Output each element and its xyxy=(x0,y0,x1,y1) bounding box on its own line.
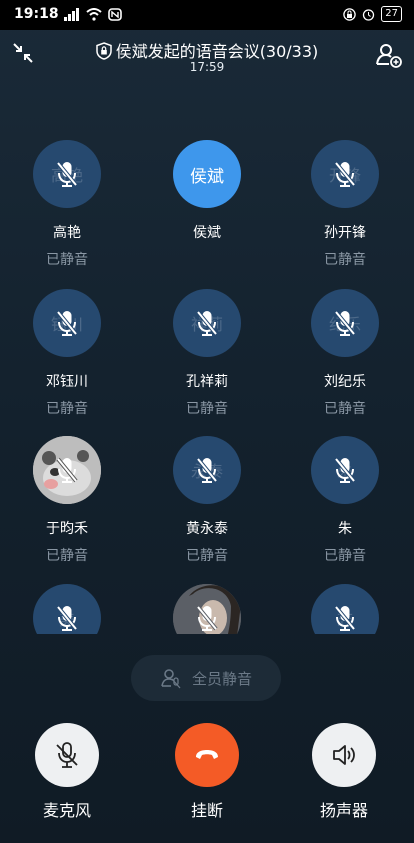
microphone-control[interactable]: 麦克风 xyxy=(27,723,107,821)
participant-tile[interactable]: 美 xyxy=(7,584,127,634)
participant-tile[interactable] xyxy=(147,584,267,634)
participant-name: 于昀禾 xyxy=(46,521,88,537)
avatar: 美 xyxy=(33,584,101,634)
avatar: 开锋 xyxy=(311,140,379,208)
participant-tile[interactable]: 祥莉 孔祥莉 已静音 xyxy=(147,289,267,418)
participant-grid: 高艳 高艳 已静音 侯斌 侯斌 开锋 孙开锋 已静音 钰川 邓钰川 已静音 祥莉 xyxy=(0,138,414,634)
avatar: 朱 xyxy=(311,436,379,504)
participant-name: 孙开锋 xyxy=(324,225,366,241)
avatar: 志 xyxy=(311,584,379,634)
nfc-icon xyxy=(108,8,122,21)
mute-all-icon xyxy=(161,669,181,689)
participant-status: 已静音 xyxy=(186,548,228,564)
add-participant-button[interactable] xyxy=(374,40,404,70)
avatar: 高艳 xyxy=(33,140,101,208)
lock-status-icon xyxy=(343,7,357,21)
participant-name: 刘纪乐 xyxy=(324,374,366,390)
participant-name: 孔祥莉 xyxy=(186,374,228,390)
shield-lock-icon xyxy=(95,42,112,60)
avatar: 祥莉 xyxy=(173,289,241,357)
microphone-label: 麦克风 xyxy=(42,801,91,820)
participant-tile[interactable]: 侯斌 侯斌 xyxy=(147,140,267,249)
status-time: 19:18 xyxy=(14,6,59,22)
avatar-speaking: 侯斌 xyxy=(173,140,241,208)
participant-name: 侯斌 xyxy=(193,225,221,241)
participant-name: 黄永泰 xyxy=(186,521,228,537)
mic-muted-icon xyxy=(334,605,356,631)
participant-status: 已静音 xyxy=(324,548,366,564)
wifi-icon xyxy=(86,8,102,21)
mic-muted-icon xyxy=(196,605,218,631)
mic-muted-icon xyxy=(56,310,78,336)
mic-muted-icon xyxy=(56,161,78,187)
participant-status: 已静音 xyxy=(46,401,88,417)
participant-tile[interactable]: 永泰 黄永泰 已静音 xyxy=(147,436,267,565)
alarm-icon xyxy=(363,8,375,21)
participant-status: 已静音 xyxy=(186,401,228,417)
participant-status: 已静音 xyxy=(46,548,88,564)
mic-muted-icon xyxy=(196,310,218,336)
avatar: 钰川 xyxy=(33,289,101,357)
speaker-label: 扬声器 xyxy=(319,801,368,820)
participant-tile[interactable]: 钰川 邓钰川 已静音 xyxy=(7,289,127,418)
microphone-button[interactable] xyxy=(35,723,99,787)
mute-all-label: 全员静音 xyxy=(191,669,252,688)
phone-hangup-icon xyxy=(196,750,218,759)
hangup-button[interactable] xyxy=(175,723,239,787)
speaker-control[interactable]: 扬声器 xyxy=(304,723,384,821)
signal-icon xyxy=(64,8,79,21)
meeting-title: 侯斌发起的语音会议(30/33) xyxy=(0,38,414,62)
mic-off-icon xyxy=(56,742,78,768)
mic-muted-icon xyxy=(334,457,356,483)
participant-status: 已静音 xyxy=(324,252,366,268)
mic-muted-icon xyxy=(334,310,356,336)
participant-status: 已静音 xyxy=(324,401,366,417)
meeting-title-text: 侯斌发起的语音会议(30/33) xyxy=(115,42,319,61)
participant-tile[interactable]: 朱 朱 已静音 xyxy=(285,436,405,565)
speaker-icon xyxy=(333,745,355,765)
battery-indicator: 27 xyxy=(381,6,402,22)
hangup-control[interactable]: 挂断 xyxy=(167,723,247,821)
hangup-label: 挂断 xyxy=(190,801,223,820)
participant-status: 已静音 xyxy=(46,252,88,268)
participant-name: 高艳 xyxy=(53,225,81,241)
participant-tile[interactable]: 纪乐 刘纪乐 已静音 xyxy=(285,289,405,418)
mic-muted-icon xyxy=(56,605,78,631)
participant-tile[interactable]: 于昀禾 已静音 xyxy=(7,436,127,565)
participant-name: 邓钰川 xyxy=(46,374,88,390)
participant-tile[interactable]: 高艳 高艳 已静音 xyxy=(7,140,127,269)
participant-tile[interactable]: 开锋 孙开锋 已静音 xyxy=(285,140,405,269)
participant-tile[interactable]: 志 xyxy=(285,584,405,634)
avatar-photo xyxy=(173,584,241,634)
call-timer: 17:59 xyxy=(189,60,225,74)
mic-muted-icon xyxy=(56,457,78,483)
participant-name: 朱 xyxy=(338,521,352,537)
mic-muted-icon xyxy=(334,161,356,187)
add-person-icon xyxy=(376,44,402,68)
speaker-button[interactable] xyxy=(312,723,376,787)
avatar-photo xyxy=(33,436,101,504)
mute-all-button[interactable]: 全员静音 xyxy=(131,655,281,701)
mic-muted-icon xyxy=(196,457,218,483)
avatar: 纪乐 xyxy=(311,289,379,357)
avatar: 永泰 xyxy=(173,436,241,504)
status-bar: 19:18 27 xyxy=(0,0,414,30)
